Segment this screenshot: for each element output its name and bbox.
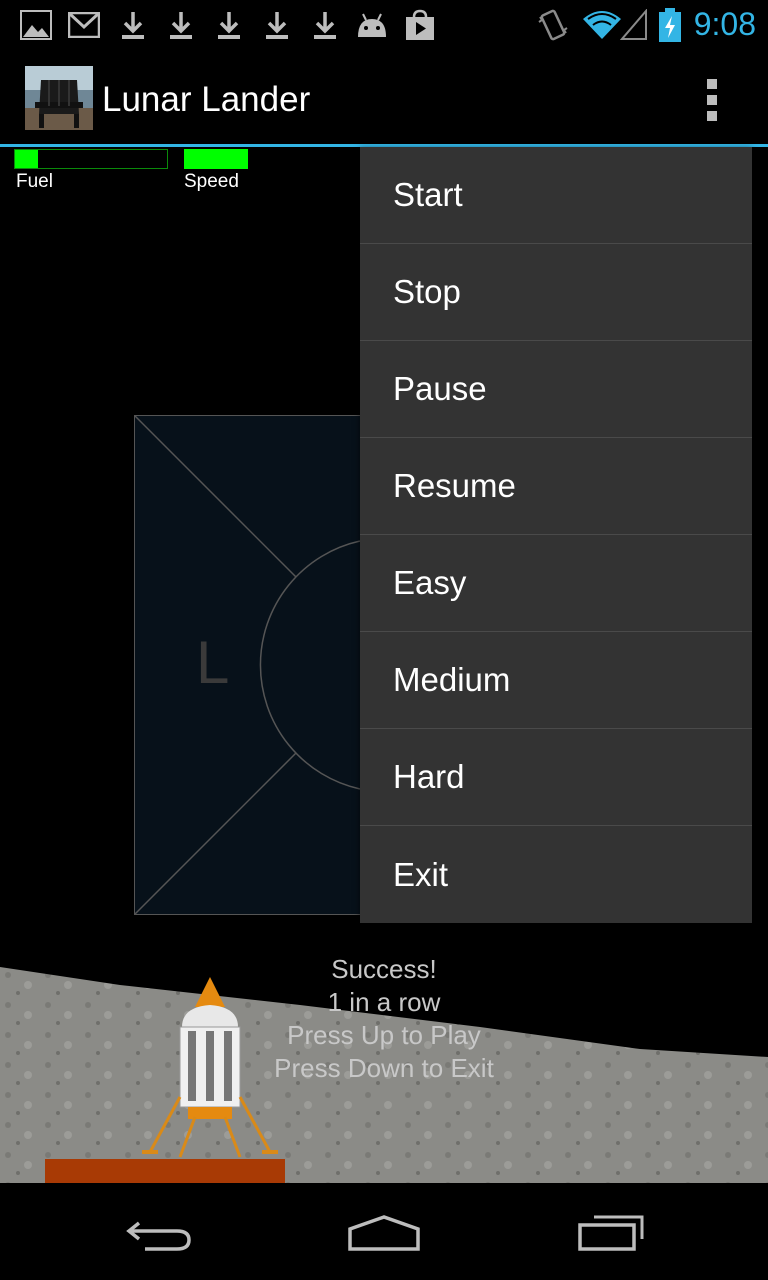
menu-item-exit[interactable]: Exit [360,826,752,923]
download-icon [120,8,146,42]
home-button[interactable] [334,1203,434,1263]
envelope-letter: L [196,629,229,696]
options-menu: Start Stop Pause Resume Easy Medium Hard… [360,147,752,923]
download-icon [168,8,194,42]
overflow-menu-button[interactable] [688,70,736,130]
action-bar: Lunar Lander [0,50,768,147]
back-button[interactable] [110,1203,210,1263]
menu-item-hard[interactable]: Hard [360,729,752,826]
status-line: Success! [331,954,437,984]
back-icon [126,1221,191,1251]
menu-item-pause[interactable]: Pause [360,341,752,438]
clock: 9:08 [693,6,756,42]
gallery-icon [20,8,52,42]
recents-icon [578,1215,644,1251]
download-icon [312,8,338,42]
menu-item-start[interactable]: Start [360,147,752,244]
menu-item-resume[interactable]: Resume [360,438,752,535]
android-icon [354,8,390,42]
status-bar: 9:08 [0,0,768,50]
speed-gauge [184,149,248,169]
dot-icon [707,95,717,105]
fuel-label: Fuel [16,171,53,192]
dot-icon [707,111,717,121]
fuel-gauge [14,149,168,169]
home-icon [348,1215,420,1251]
app-icon[interactable] [25,66,93,130]
landing-pad [45,1159,285,1183]
navigation-bar [0,1183,768,1280]
status-line: Press Up to Play [287,1020,481,1050]
fuel-gauge-fill [15,150,38,168]
dot-icon [707,79,717,89]
download-icon [264,8,290,42]
play-store-icon [404,8,436,42]
gmail-icon [68,8,100,42]
download-icon [216,8,242,42]
speed-label: Speed [184,171,239,192]
app-title: Lunar Lander [102,80,311,119]
recents-button[interactable] [560,1203,660,1263]
wifi-icon [582,8,622,42]
menu-item-easy[interactable]: Easy [360,535,752,632]
speed-gauge-fill [184,149,248,169]
battery-charging-icon [658,8,682,42]
menu-item-stop[interactable]: Stop [360,244,752,341]
signal-icon [620,8,648,42]
game-status-message: Success! 1 in a row Press Up to Play Pre… [0,953,768,1085]
menu-item-medium[interactable]: Medium [360,632,752,729]
vibrate-icon [536,8,570,42]
status-line: 1 in a row [327,987,441,1017]
status-line: Press Down to Exit [274,1053,494,1083]
